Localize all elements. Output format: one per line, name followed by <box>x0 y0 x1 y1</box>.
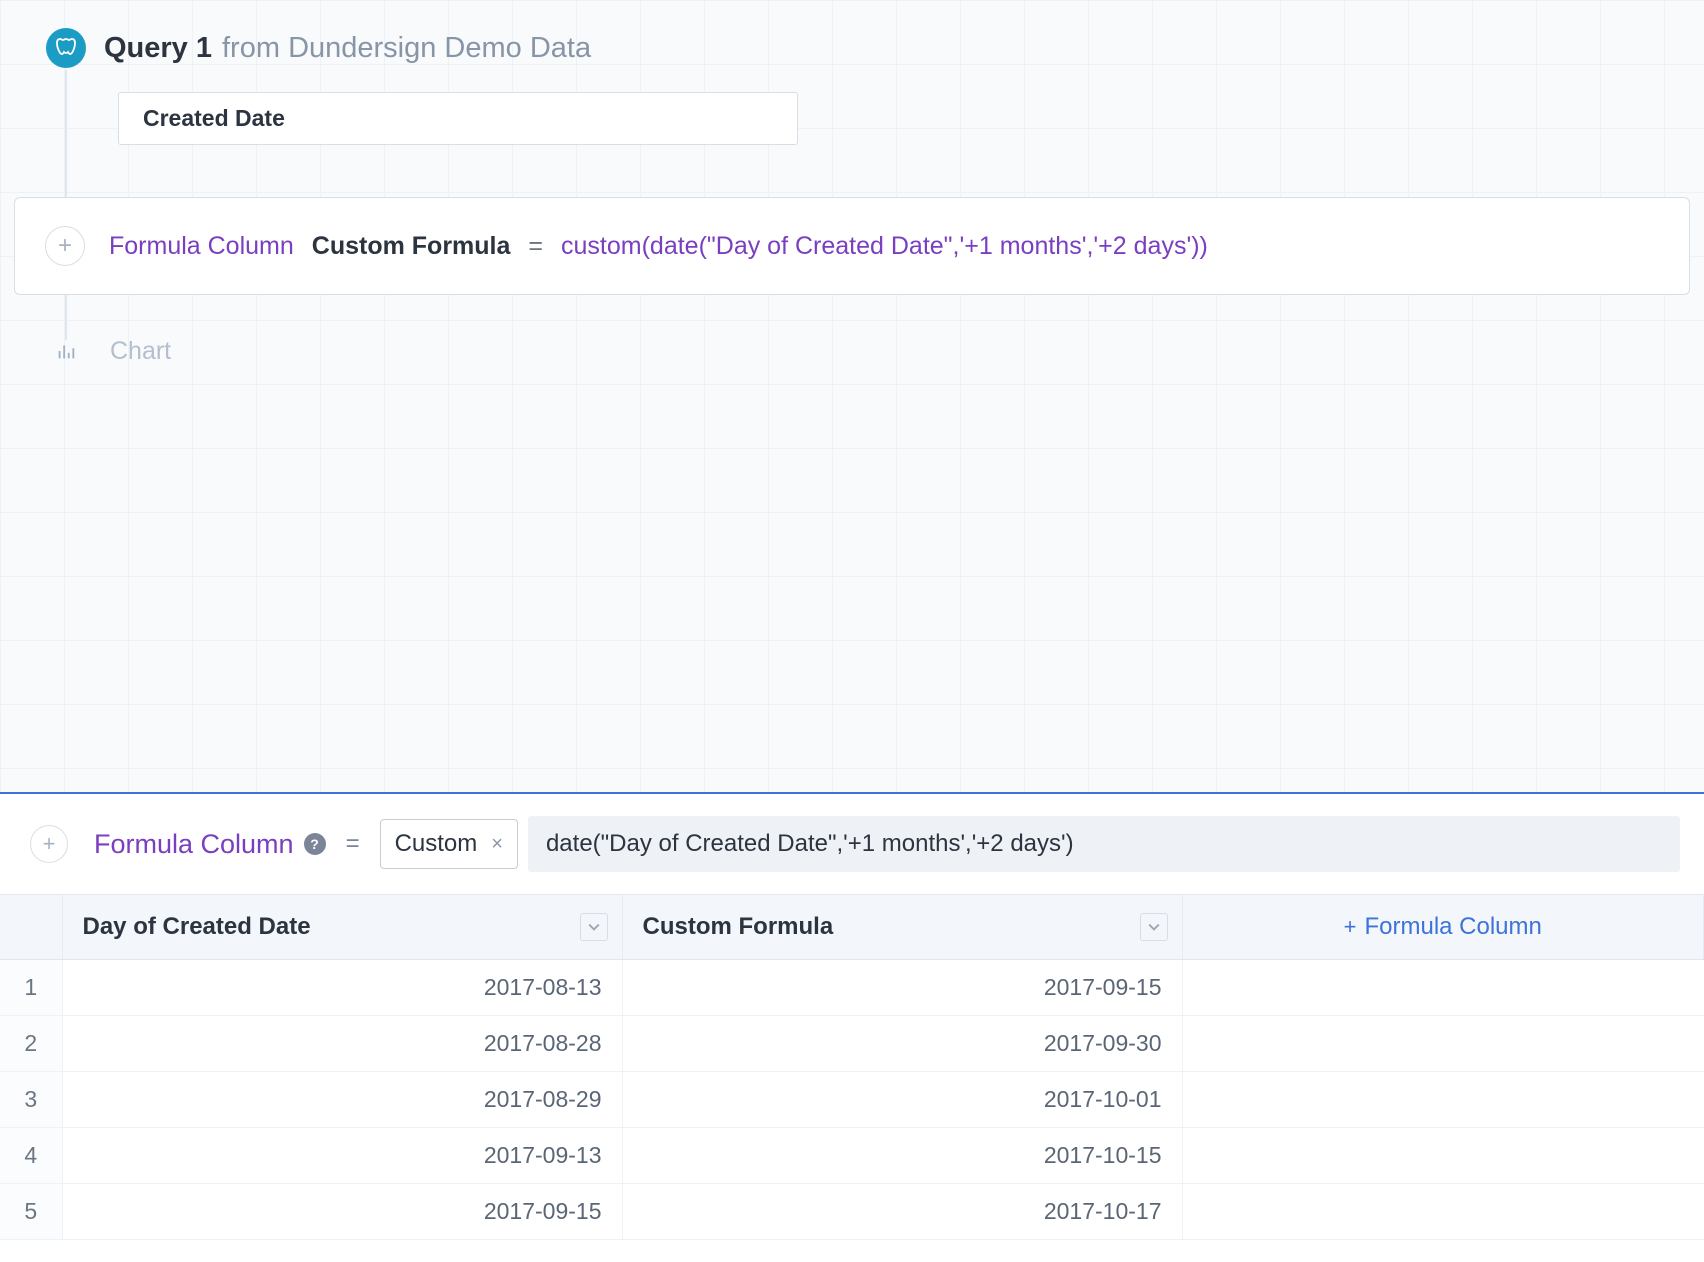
table-row[interactable]: 52017-09-152017-10-17 <box>0 1184 1704 1240</box>
cell-created-date: 2017-09-13 <box>62 1128 622 1184</box>
cell-custom-formula: 2017-09-15 <box>622 960 1182 1016</box>
row-number: 1 <box>0 960 62 1016</box>
formula-type-label: Custom <box>395 830 478 858</box>
cell-created-date: 2017-08-13 <box>62 960 622 1016</box>
cell-empty <box>1182 1072 1704 1128</box>
query-source: from Dundersign Demo Data <box>222 32 591 65</box>
column-header-created-date[interactable]: Day of Created Date <box>62 895 622 960</box>
row-number: 2 <box>0 1016 62 1072</box>
cell-created-date: 2017-08-29 <box>62 1072 622 1128</box>
plus-icon: + <box>1344 914 1357 939</box>
chart-label[interactable]: Chart <box>110 337 171 366</box>
cell-custom-formula: 2017-10-15 <box>622 1128 1182 1184</box>
chevron-down-icon[interactable] <box>1140 913 1168 941</box>
row-number: 3 <box>0 1072 62 1128</box>
row-number: 5 <box>0 1184 62 1240</box>
cell-empty <box>1182 1184 1704 1240</box>
row-number-header <box>0 895 62 960</box>
add-formula-button[interactable]: + <box>30 825 68 863</box>
formula-editor-bar: + Formula Column ? = Custom × <box>0 794 1704 895</box>
table-row[interactable]: 22017-08-282017-09-30 <box>0 1016 1704 1072</box>
formula-column-name: Custom Formula <box>312 232 511 261</box>
chevron-down-icon[interactable] <box>580 913 608 941</box>
datasource-icon <box>46 28 86 68</box>
formula-column-label: Formula Column <box>109 232 294 261</box>
formula-type-pill[interactable]: Custom × <box>380 819 518 869</box>
cell-created-date: 2017-08-28 <box>62 1016 622 1072</box>
formula-expression: custom(date("Day of Created Date",'+1 mo… <box>561 232 1208 261</box>
cell-custom-formula: 2017-09-30 <box>622 1016 1182 1072</box>
cell-custom-formula: 2017-10-17 <box>622 1184 1182 1240</box>
editor-equals: = <box>346 830 360 858</box>
cell-empty <box>1182 1128 1704 1184</box>
help-icon[interactable]: ? <box>304 833 326 855</box>
row-number: 4 <box>0 1128 62 1184</box>
column-header-custom-formula[interactable]: Custom Formula <box>622 895 1182 960</box>
add-formula-column-button[interactable]: +Formula Column <box>1182 895 1704 960</box>
results-table: Day of Created Date Custom Formula +Form… <box>0 895 1704 1240</box>
cell-custom-formula: 2017-10-01 <box>622 1072 1182 1128</box>
results-panel: + Formula Column ? = Custom × Day of Cre… <box>0 792 1704 1262</box>
formula-step-card[interactable]: + Formula Column Custom Formula = custom… <box>14 197 1690 295</box>
editor-formula-label[interactable]: Formula Column <box>94 829 294 860</box>
table-row[interactable]: 32017-08-292017-10-01 <box>0 1072 1704 1128</box>
equals-sign: = <box>528 232 543 261</box>
add-step-button[interactable]: + <box>45 226 85 266</box>
table-row[interactable]: 42017-09-132017-10-15 <box>0 1128 1704 1184</box>
cell-empty <box>1182 960 1704 1016</box>
cell-empty <box>1182 1016 1704 1072</box>
query-title[interactable]: Query 1 <box>104 32 212 65</box>
table-row[interactable]: 12017-08-132017-09-15 <box>0 960 1704 1016</box>
close-icon[interactable]: × <box>491 833 503 856</box>
selected-column-chip[interactable]: Created Date <box>118 92 798 145</box>
cell-created-date: 2017-09-15 <box>62 1184 622 1240</box>
formula-input[interactable] <box>528 816 1680 872</box>
